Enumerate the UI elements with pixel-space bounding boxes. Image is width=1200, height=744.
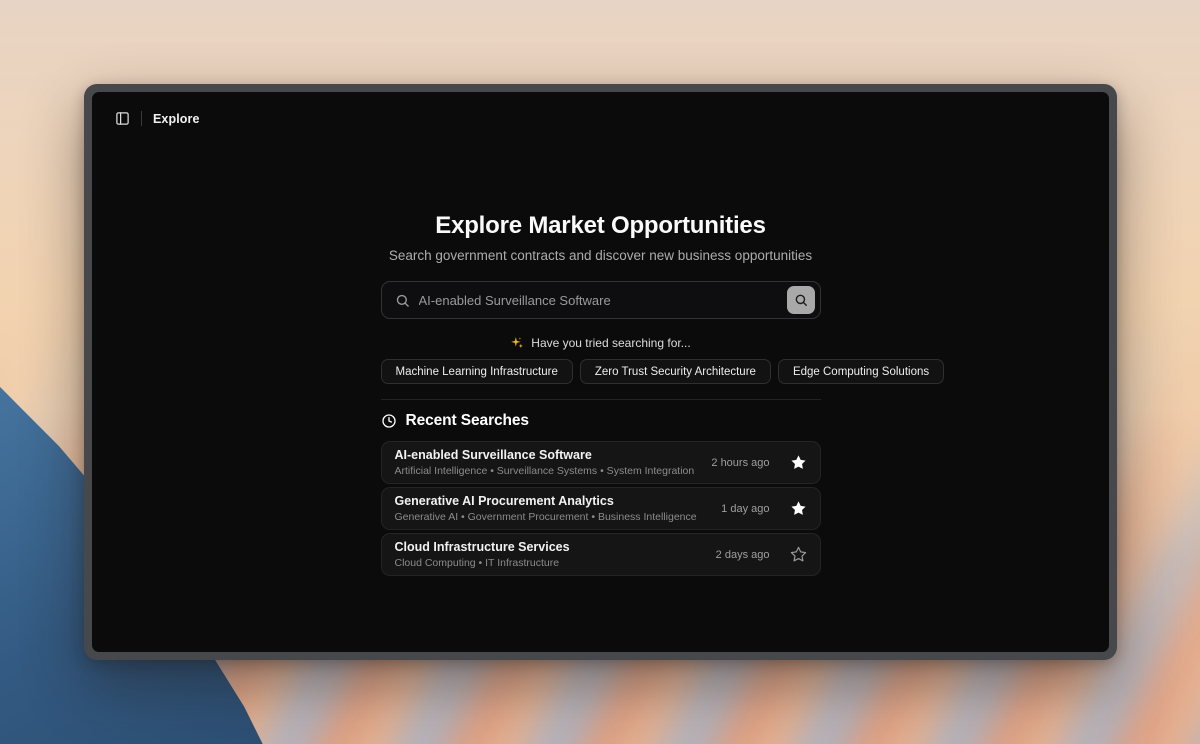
- app-header: Explore: [92, 92, 1109, 126]
- main-content: Explore Market Opportunities Search gove…: [381, 212, 821, 576]
- recent-search-text: Cloud Infrastructure Services Cloud Comp…: [395, 540, 716, 569]
- app-window-content: Explore Explore Market Opportunities Sea…: [92, 92, 1109, 652]
- panel-left-icon: [115, 111, 130, 126]
- favorite-toggle-button[interactable]: [790, 546, 807, 563]
- favorite-toggle-button[interactable]: [790, 454, 807, 471]
- recent-searches-header: Recent Searches: [381, 412, 821, 430]
- search-input[interactable]: [419, 293, 787, 308]
- search-submit-button[interactable]: [787, 286, 815, 314]
- recent-search-tags: Cloud Computing • IT Infrastructure: [395, 557, 716, 569]
- star-filled-icon: [790, 454, 807, 471]
- recent-search-text: AI-enabled Surveillance Software Artific…: [395, 448, 712, 477]
- recent-search-row[interactable]: AI-enabled Surveillance Software Artific…: [381, 441, 821, 484]
- favorite-toggle-button[interactable]: [790, 500, 807, 517]
- suggestions-prompt: Have you tried searching for...: [531, 336, 690, 350]
- search-icon: [794, 293, 808, 307]
- recent-searches-title: Recent Searches: [406, 412, 529, 430]
- recent-searches-list: AI-enabled Surveillance Software Artific…: [381, 441, 821, 576]
- star-outline-icon: [790, 546, 807, 563]
- header-divider: [141, 111, 142, 126]
- recent-search-time: 1 day ago: [721, 503, 769, 515]
- search-icon: [395, 293, 410, 308]
- section-divider: [381, 399, 821, 400]
- recent-search-title: AI-enabled Surveillance Software: [395, 448, 712, 462]
- suggestions-prompt-row: Have you tried searching for...: [381, 336, 821, 350]
- recent-search-row[interactable]: Generative AI Procurement Analytics Gene…: [381, 487, 821, 530]
- app-window: Explore Explore Market Opportunities Sea…: [84, 84, 1117, 660]
- sidebar-toggle-button[interactable]: [115, 111, 130, 126]
- recent-search-row[interactable]: Cloud Infrastructure Services Cloud Comp…: [381, 533, 821, 576]
- recent-search-tags: Artificial Intelligence • Surveillance S…: [395, 465, 712, 477]
- suggestion-chip[interactable]: Machine Learning Infrastructure: [381, 359, 573, 384]
- recent-search-title: Generative AI Procurement Analytics: [395, 494, 722, 508]
- hero-title: Explore Market Opportunities: [381, 212, 821, 240]
- search-bar: [381, 281, 821, 319]
- clock-icon: [381, 413, 397, 429]
- hero-subtitle: Search government contracts and discover…: [381, 248, 821, 263]
- star-filled-icon: [790, 500, 807, 517]
- suggestion-chips: Machine Learning Infrastructure Zero Tru…: [381, 359, 821, 384]
- recent-search-tags: Generative AI • Government Procurement •…: [395, 511, 722, 523]
- recent-search-text: Generative AI Procurement Analytics Gene…: [395, 494, 722, 523]
- recent-search-time: 2 days ago: [716, 549, 770, 561]
- recent-search-title: Cloud Infrastructure Services: [395, 540, 716, 554]
- page-title: Explore: [153, 112, 200, 126]
- suggestion-chip[interactable]: Edge Computing Solutions: [778, 359, 944, 384]
- recent-search-time: 2 hours ago: [711, 457, 769, 469]
- suggestion-chip[interactable]: Zero Trust Security Architecture: [580, 359, 771, 384]
- sparkles-icon: [510, 336, 524, 350]
